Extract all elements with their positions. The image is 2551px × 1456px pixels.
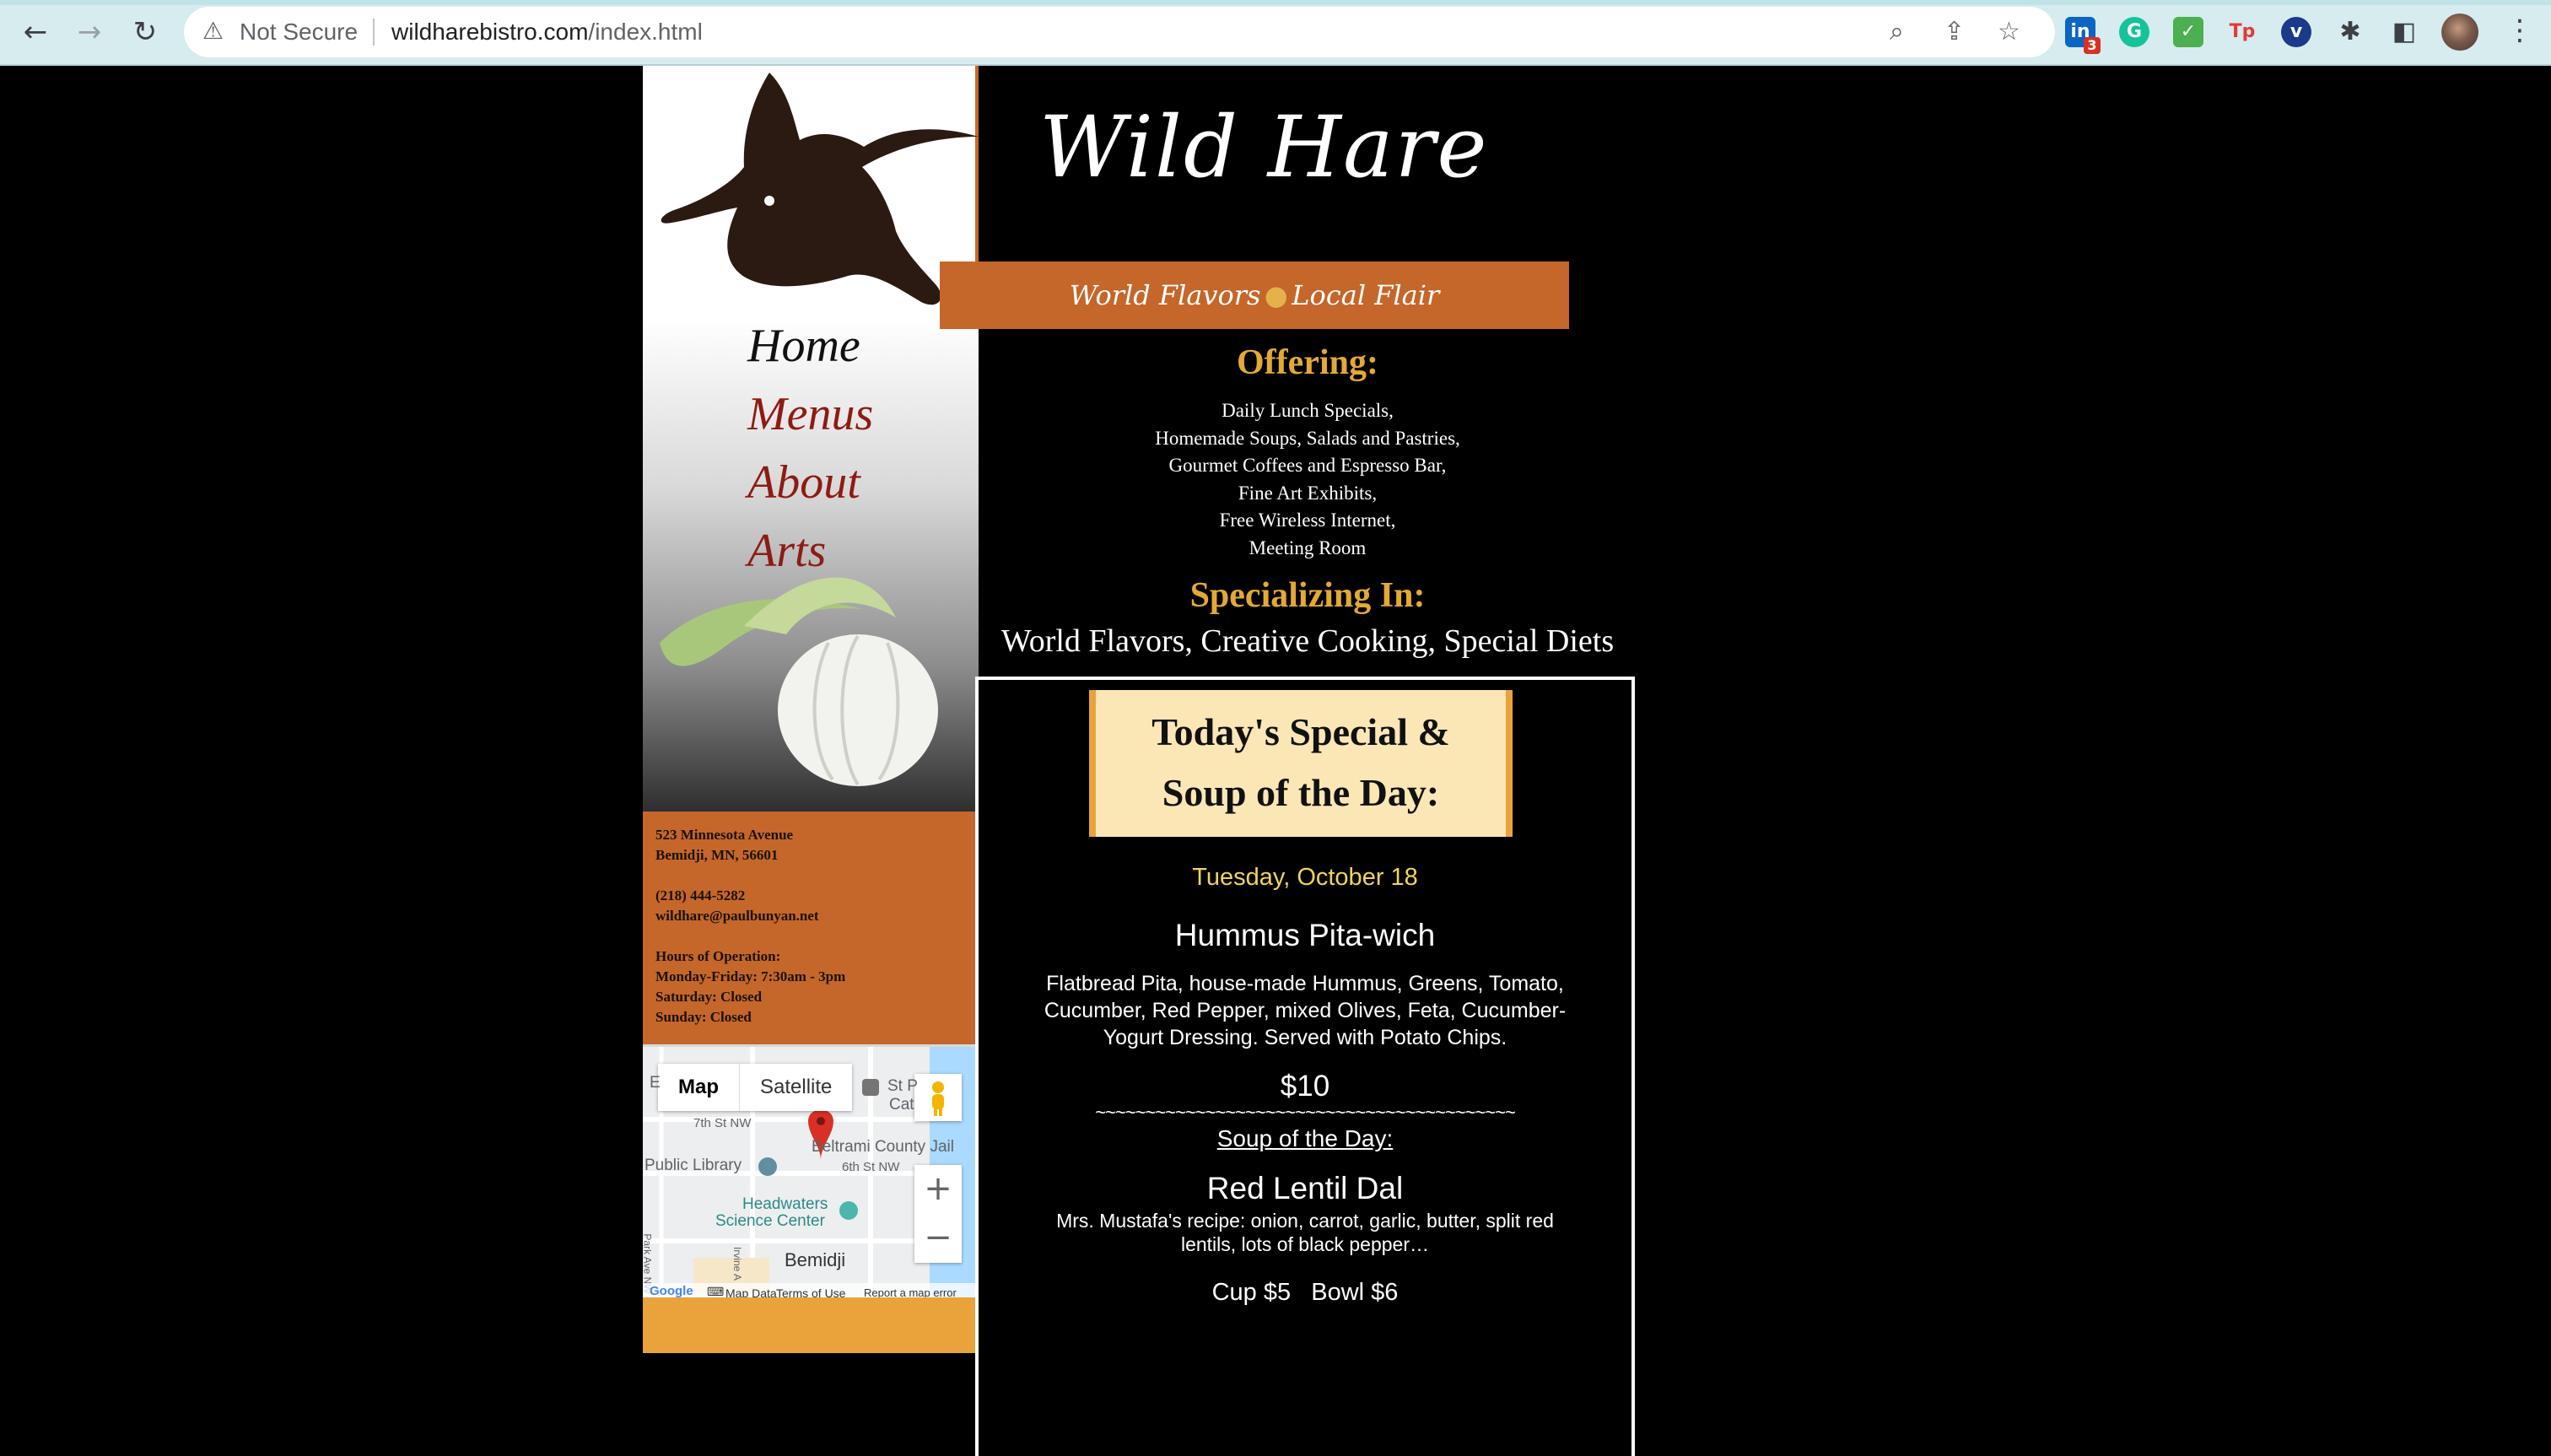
url-text[interactable]: wildharebistro.com/index.html: [391, 19, 703, 46]
browser-toolbar: ← → ↻ ⚠ Not Secure wildharebistro.com/in…: [0, 0, 2551, 66]
linkedin-extension-icon[interactable]: in 3: [2065, 17, 2101, 54]
offering-item: Free Wireless Internet,: [1219, 510, 1396, 531]
special-desc-line1: Flatbread Pita, house-made Hummus, Green…: [1046, 972, 1564, 995]
google-logo[interactable]: Google: [650, 1284, 693, 1298]
main-content: Wild Hare World Flavors ● Local Flair Of…: [940, 66, 1637, 1456]
offering-list: Daily Lunch Specials, Homemade Soups, Sa…: [979, 397, 1637, 562]
special-desc-line3: Yogurt Dressing. Served with Potato Chip…: [1103, 1026, 1507, 1049]
tagline-right: Local Flair: [1292, 279, 1440, 311]
tagline-left: World Flavors: [1069, 279, 1261, 311]
map-tab[interactable]: Map: [658, 1064, 740, 1111]
soup-name: Red Lentil Dal: [1206, 1171, 1404, 1205]
special-heading-line2: Soup of the Day:: [1162, 771, 1440, 814]
nav-about-link[interactable]: About: [747, 456, 860, 510]
special-heading-line1: Today's Special &: [1151, 710, 1450, 753]
special-desc-line2: Cucumber, Red Pepper, mixed Olives, Feta…: [1044, 999, 1567, 1022]
grammarly-extension-icon[interactable]: G: [2119, 17, 2149, 47]
tp-extension-icon[interactable]: Tp: [2227, 17, 2257, 47]
specializing-text: World Flavors, Creative Cooking, Special…: [1000, 623, 1615, 659]
hours-saturday: Saturday: Closed: [655, 989, 763, 1005]
special-dish-name: Hummus Pita-wich: [1174, 918, 1436, 952]
extension-badge: 3: [2084, 37, 2101, 54]
satellite-tab[interactable]: Satellite: [740, 1064, 852, 1111]
soup-heading: Soup of the Day:: [1216, 1125, 1394, 1151]
sidebar-icon[interactable]: ◧: [2389, 17, 2419, 47]
tagline-bar: World Flavors ● Local Flair: [940, 262, 1569, 329]
hours-title: Hours of Operation:: [655, 948, 781, 964]
star-icon[interactable]: ☆: [1998, 17, 2020, 46]
url-path: /index.html: [588, 19, 703, 45]
checklist-extension-icon[interactable]: ✓: [2173, 17, 2203, 47]
soup-prices: Cup $5 Bowl $6: [1211, 1279, 1399, 1306]
omnibox-separator: [373, 19, 375, 46]
special-divider: ~~~~~~~~~~~~~~~~~~~~~~~~~~~~~~~~~~~~~~~~…: [1095, 1102, 1516, 1123]
google-map[interactable]: Map Satellite 7th St NW Public Library B…: [643, 1044, 975, 1302]
special-price: $10: [1280, 1070, 1330, 1103]
offering-item: Daily Lunch Specials,: [1222, 400, 1394, 421]
menu-icon[interactable]: ⋮: [2505, 13, 2534, 47]
forward-icon[interactable]: →: [73, 15, 106, 49]
hours-weekday: Monday-Friday: 7:30am - 3pm: [655, 968, 846, 984]
pegman-icon[interactable]: [914, 1074, 962, 1121]
sidebar: Home Menus About Arts 523 Minnesota Aven…: [643, 66, 979, 1353]
profile-avatar[interactable]: [2441, 13, 2478, 51]
map-label-6th: 6th St NW: [842, 1160, 900, 1174]
map-label-irvine: Irvine A: [731, 1246, 744, 1281]
map-label-7th: 7th St NW: [693, 1116, 752, 1130]
map-label-headwaters1: Headwaters: [742, 1195, 828, 1213]
offering-item: Gourmet Coffees and Espresso Bar,: [1168, 455, 1447, 476]
garlic-image: [660, 577, 938, 786]
reload-icon[interactable]: ↻: [128, 15, 162, 49]
back-icon[interactable]: ←: [19, 15, 52, 49]
share-icon[interactable]: ⇪: [1944, 17, 1965, 46]
offering-item: Fine Art Exhibits,: [1238, 482, 1378, 504]
offering-heading: Offering:: [1237, 343, 1378, 382]
specializing-heading: Specializing In:: [1189, 576, 1426, 615]
map-label-bemidji: Bemidji: [785, 1249, 846, 1270]
address-street: 523 Minnesota Avenue: [655, 827, 794, 843]
tagline-dot-icon: ●: [1264, 279, 1288, 311]
tab-strip-edge: [0, 0, 2551, 5]
offering-item: Homemade Soups, Salads and Pastries,: [1155, 427, 1460, 449]
phone-number: (218) 444-5282: [655, 887, 746, 903]
map-label-library: Public Library: [644, 1157, 742, 1174]
map-label-edge: E: [650, 1074, 661, 1092]
address-city: Bemidji, MN, 56601: [655, 847, 779, 863]
email-address[interactable]: wildhare@paulbunyan.net: [655, 908, 819, 925]
map-type-control: Map Satellite: [658, 1064, 853, 1111]
nav-home-link[interactable]: Home: [747, 319, 860, 373]
zoom-control: + −: [914, 1165, 962, 1263]
hours-sunday: Sunday: Closed: [655, 1009, 752, 1025]
special-heading-card: Today's Special & Soup of the Day:: [1089, 690, 1513, 837]
map-label-headwaters2: Science Center: [715, 1212, 825, 1230]
contact-panel: 523 Minnesota Avenue Bemidji, MN, 56601 …: [643, 812, 975, 1044]
sidebar-footer-bar: [643, 1297, 975, 1353]
special-date: Tuesday, October 18: [1192, 864, 1418, 891]
map-label-stcat2: Cat: [889, 1096, 914, 1114]
v-extension-icon[interactable]: v: [2281, 17, 2311, 47]
map-label-jail: Beltrami County Jail: [812, 1138, 954, 1156]
address-bar[interactable]: ⚠ Not Secure wildharebistro.com/index.ht…: [184, 7, 2055, 57]
zoom-out-button[interactable]: −: [914, 1214, 962, 1263]
daily-special-box: Today's Special & Soup of the Day: Tuesd…: [975, 677, 1635, 1456]
soup-desc-line1: Mrs. Mustafa's recipe: onion, carrot, ga…: [1056, 1210, 1554, 1232]
hare-logo-icon: [661, 73, 979, 305]
page: Home Menus About Arts 523 Minnesota Aven…: [0, 66, 2551, 1456]
map-label-stcat1: St P: [887, 1077, 918, 1095]
url-domain: wildharebistro.com: [391, 19, 589, 45]
nav-menus-link[interactable]: Menus: [747, 387, 873, 441]
soup-desc-line2: lentils, lots of black pepper…: [1180, 1233, 1430, 1255]
extensions-icon[interactable]: ✱: [2335, 17, 2365, 47]
zoom-icon[interactable]: ⌕: [1890, 17, 1904, 46]
zoom-in-button[interactable]: +: [914, 1165, 962, 1214]
warning-icon[interactable]: ⚠: [202, 17, 224, 45]
not-secure-label[interactable]: Not Secure: [240, 19, 358, 46]
wild-hare-logo: Wild Hare: [1039, 98, 1489, 197]
offering-item: Meeting Room: [1249, 537, 1367, 558]
